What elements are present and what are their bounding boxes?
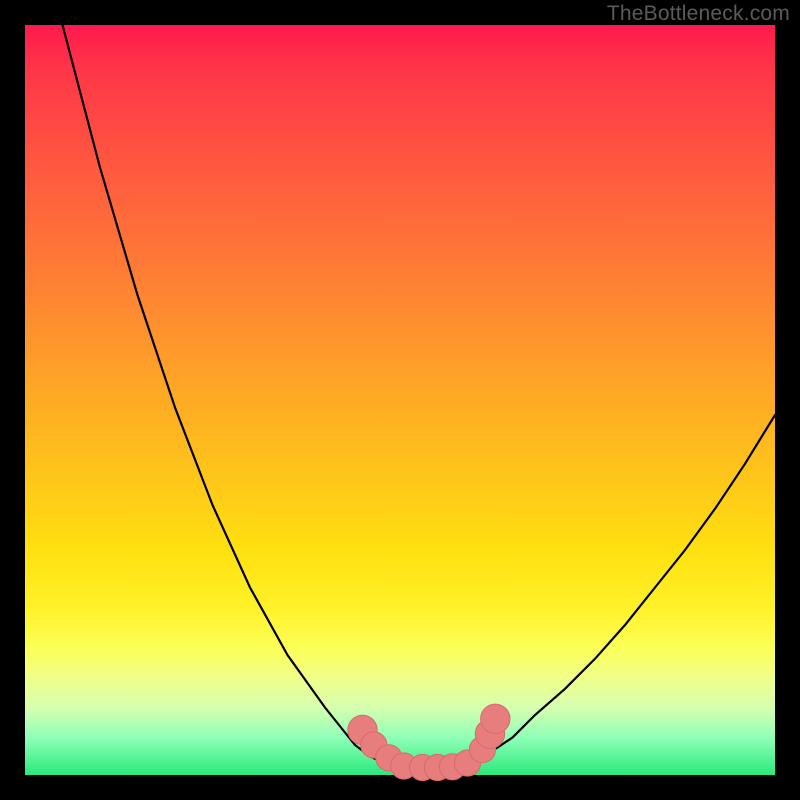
chart-svg xyxy=(25,25,775,775)
curve-left xyxy=(63,25,401,768)
curve-marker xyxy=(481,704,510,733)
chart-frame: TheBottleneck.com xyxy=(0,0,800,800)
curve-markers xyxy=(348,704,510,781)
watermark-text: TheBottleneck.com xyxy=(607,2,790,26)
chart-plot-area xyxy=(25,25,775,775)
